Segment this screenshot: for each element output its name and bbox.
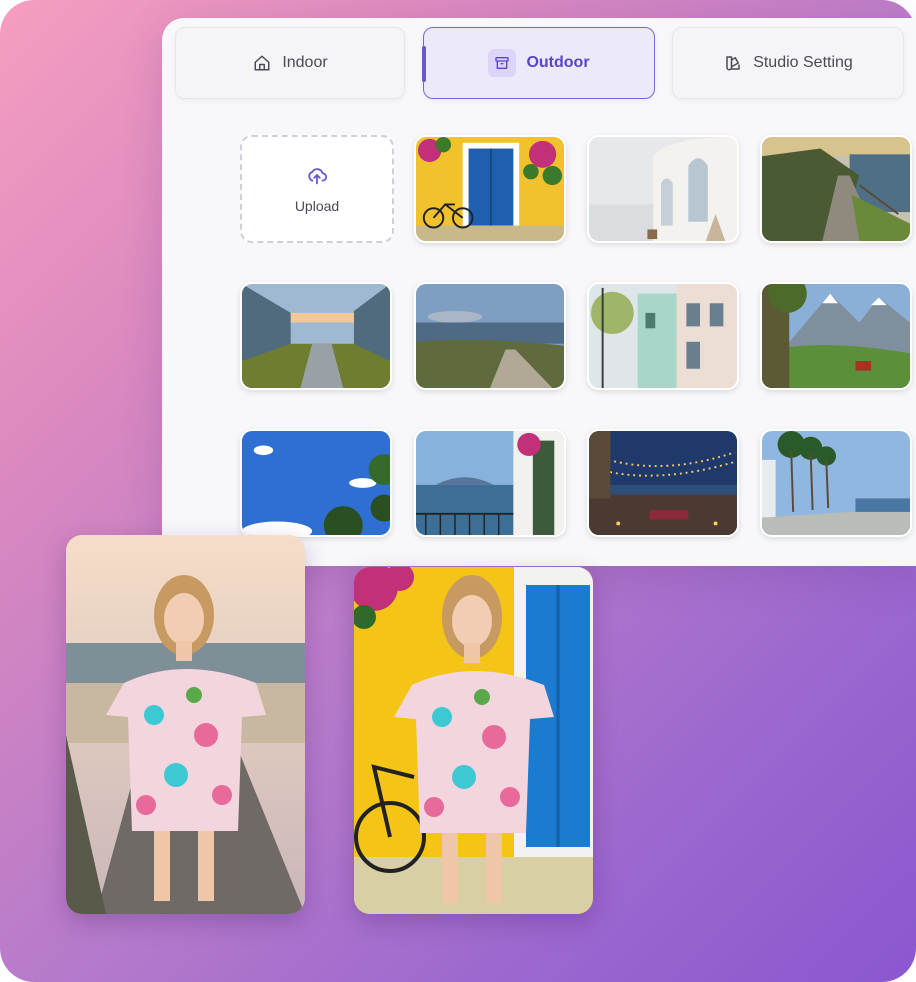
- tab-indoor[interactable]: Indoor: [175, 27, 405, 99]
- tab-studio-setting[interactable]: Studio Setting: [672, 27, 904, 99]
- scene-sea-view-balcony[interactable]: [414, 429, 566, 537]
- upload-cloud-icon: [306, 165, 328, 190]
- archive-icon: [488, 49, 517, 77]
- scene-terrace-string-lights[interactable]: [587, 429, 739, 537]
- home-icon: [252, 53, 272, 73]
- scene-yellow-wall-blue-door[interactable]: [414, 135, 566, 243]
- model-on-boardwalk: [66, 535, 305, 914]
- tab-outdoor[interactable]: Outdoor: [422, 27, 655, 99]
- model-on-yellow-wall: [354, 567, 593, 914]
- scene-blue-sky-trees[interactable]: [240, 429, 392, 537]
- upload-label: Upload: [294, 197, 340, 214]
- upload-button[interactable]: Upload: [240, 135, 394, 243]
- tab-studio-label: Studio Setting: [753, 54, 853, 71]
- scene-pastel-street[interactable]: [587, 282, 739, 390]
- scene-palm-promenade[interactable]: [760, 429, 912, 537]
- scene-mountain-meadow[interactable]: [760, 282, 912, 390]
- swatch-icon: [723, 53, 743, 73]
- scene-beach-boardwalk-dunes[interactable]: [414, 282, 566, 390]
- tab-outdoor-label: Outdoor: [526, 54, 590, 71]
- scene-coastal-boardwalk[interactable]: [760, 135, 912, 243]
- scene-picker-panel: Indoor Outdoor Studio Setting Upload: [162, 18, 916, 566]
- tab-indoor-label: Indoor: [282, 54, 328, 71]
- scene-white-mediterranean-house[interactable]: [587, 135, 739, 243]
- scene-modern-office-walkway[interactable]: [240, 282, 392, 390]
